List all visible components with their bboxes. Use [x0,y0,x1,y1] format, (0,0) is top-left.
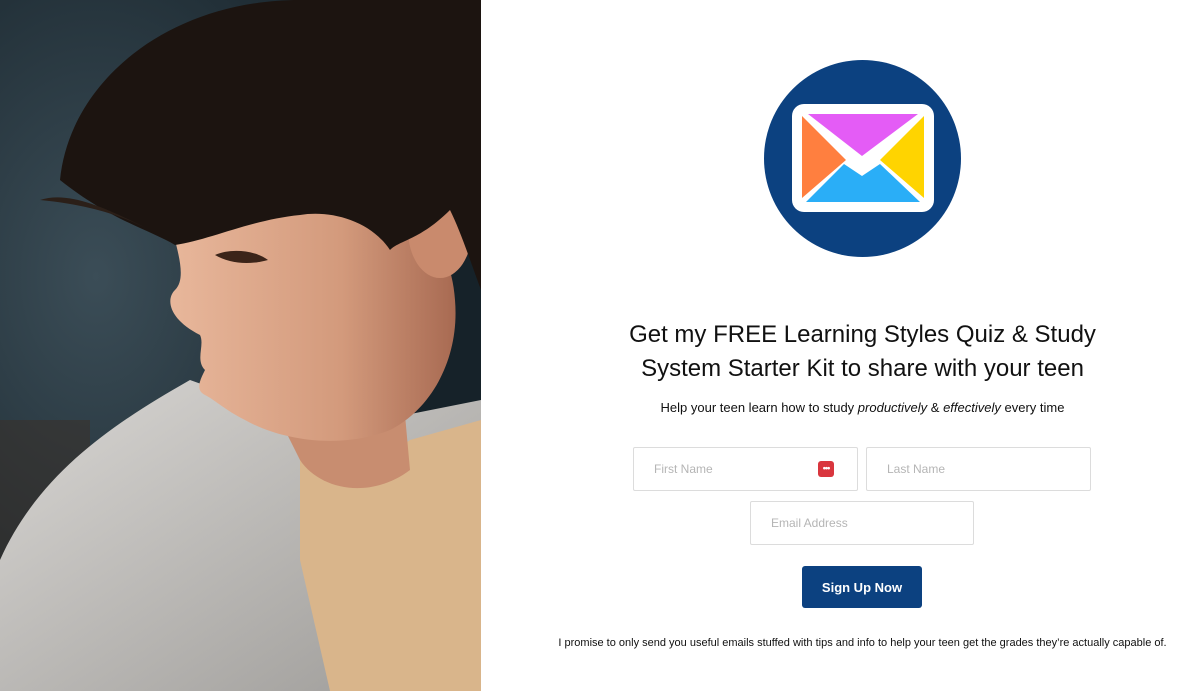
password-manager-icon[interactable]: ••• [818,461,834,477]
headline-line-1: Get my FREE Learning Styles Quiz & Study [629,321,1096,348]
subheadline-text: Help your teen learn how to study [660,400,858,415]
sign-up-button[interactable]: Sign Up Now [802,566,922,608]
subheadline-text-ampersand: & [927,400,944,415]
email-field[interactable] [750,501,974,545]
teen-portrait-photo [0,0,481,691]
subheadline-emphasis-productively: productively [857,400,928,415]
last-name-field[interactable] [866,447,1091,491]
subheadline-text-end: every time [1000,400,1065,415]
subheadline: Help your teen learn how to study produc… [581,399,1144,417]
headline-line-2: System Starter Kit to share with your te… [641,355,1084,382]
signup-page: Get my FREE Learning Styles Quiz & Study… [0,0,1199,691]
envelope-icon [764,60,961,257]
subheadline-emphasis-effectively: effectively [943,400,1001,415]
signup-panel: Get my FREE Learning Styles Quiz & Study… [481,0,1199,691]
headline: Get my FREE Learning Styles Quiz & Study… [581,318,1144,386]
privacy-promise-text: I promise to only send you useful emails… [558,637,1167,649]
